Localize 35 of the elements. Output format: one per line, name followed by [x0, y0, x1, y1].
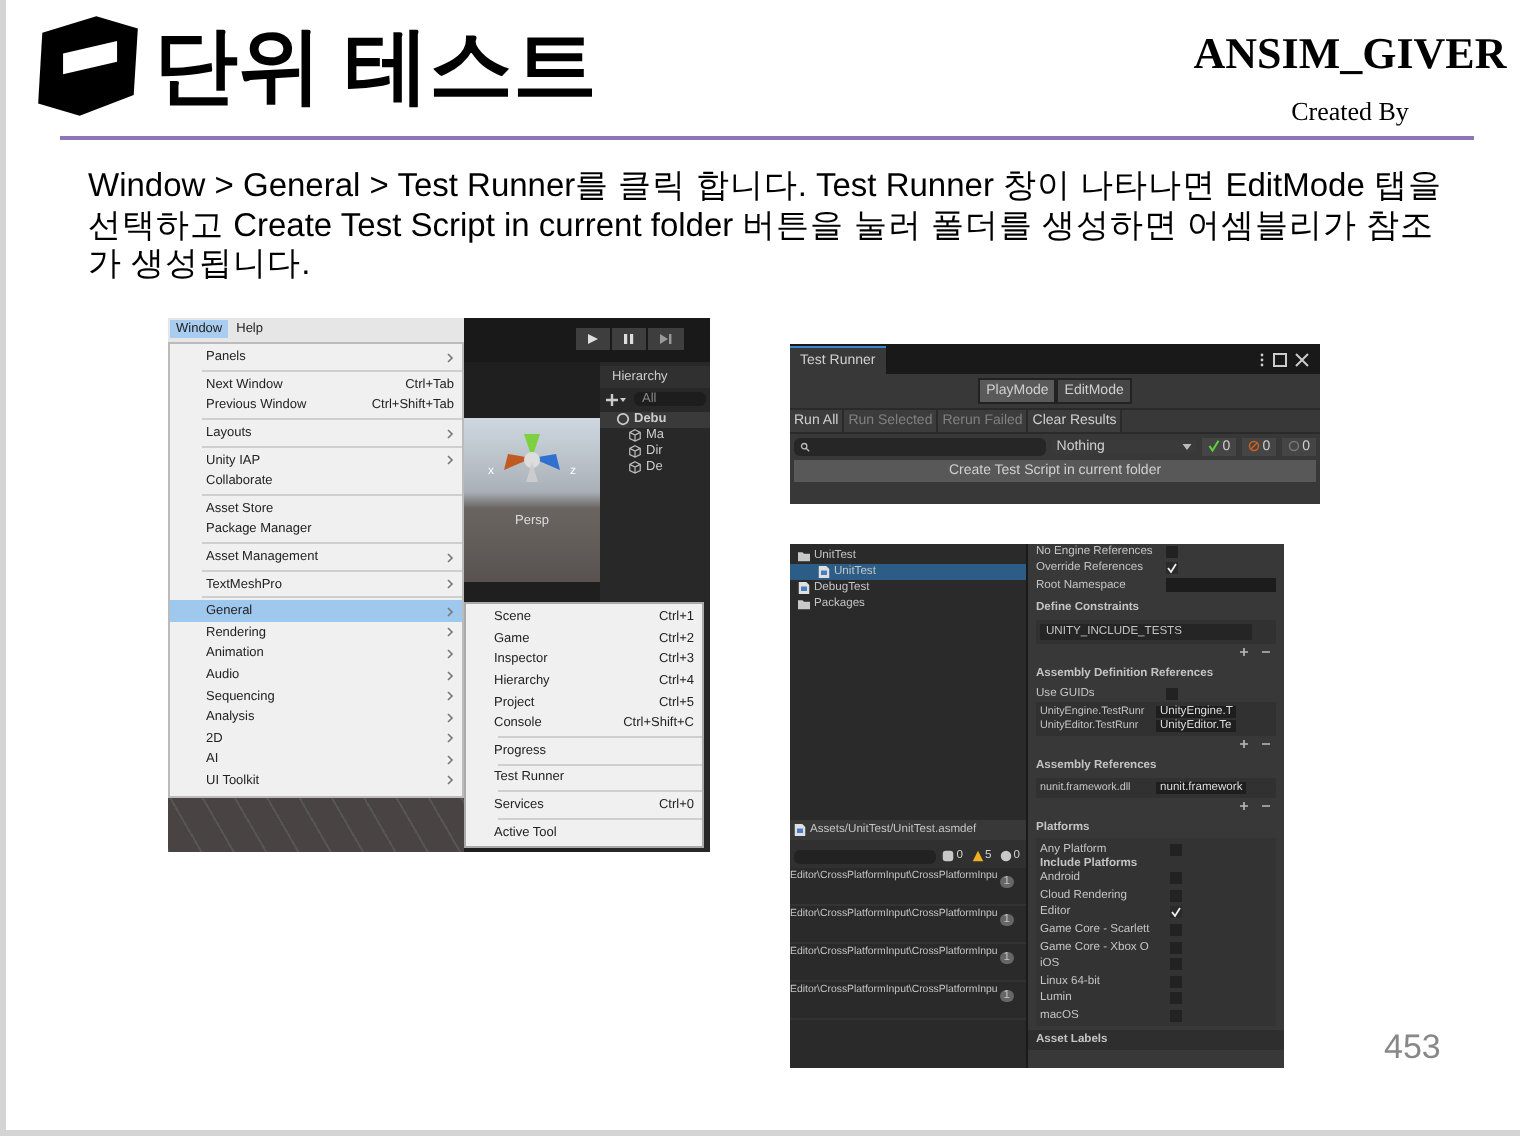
checkbox[interactable] [1170, 906, 1182, 919]
namespace-field[interactable] [1166, 578, 1276, 593]
search-field[interactable] [794, 437, 1047, 455]
add-remove-icon[interactable] [1236, 645, 1276, 658]
file-icon [798, 581, 810, 593]
circle-icon [1288, 440, 1301, 452]
add-remove-icon[interactable] [1236, 799, 1276, 812]
checkbox[interactable] [1166, 545, 1178, 558]
page-number: 453 [1384, 1027, 1441, 1067]
file-icon [794, 823, 806, 835]
credit-label: Created By [1291, 96, 1409, 128]
check-icon [1208, 440, 1221, 452]
folder-icon [798, 597, 810, 609]
error-icon [999, 850, 1012, 862]
play-controls-icon[interactable] [576, 328, 684, 350]
add-remove-icon[interactable] [1236, 738, 1276, 751]
failed-icon [1248, 440, 1261, 452]
checkbox[interactable] [1166, 562, 1178, 575]
caret-icon [1182, 443, 1193, 449]
chevron-right-icon [446, 578, 454, 591]
warning-icon [971, 850, 984, 862]
chevron-right-icon [446, 454, 454, 467]
box-logo-icon [34, 12, 142, 120]
author-name: ANSIM_GIVER [1193, 28, 1507, 80]
slide-title: 단위 테스트 [154, 24, 598, 108]
chevron-right-icon [446, 551, 454, 564]
window-controls-icon[interactable] [1258, 351, 1314, 367]
add-icon[interactable] [604, 391, 628, 407]
search-icon [800, 441, 810, 451]
instruction-text: Window > General > Test Runner를 클릭 합니다. Test Runner 창이 나타나면 EditMode 탭을 선택하고 Create Test Script in current folder 버튼을 눌러 폴더를 생성하면 어셈블리가 참조가 생성됩니다. [88, 168, 1444, 285]
scene-icon [616, 412, 630, 426]
file-icon [818, 565, 830, 577]
chevron-right-icon [446, 427, 454, 440]
chevron-right-icon [446, 351, 454, 364]
info-icon [942, 850, 955, 862]
